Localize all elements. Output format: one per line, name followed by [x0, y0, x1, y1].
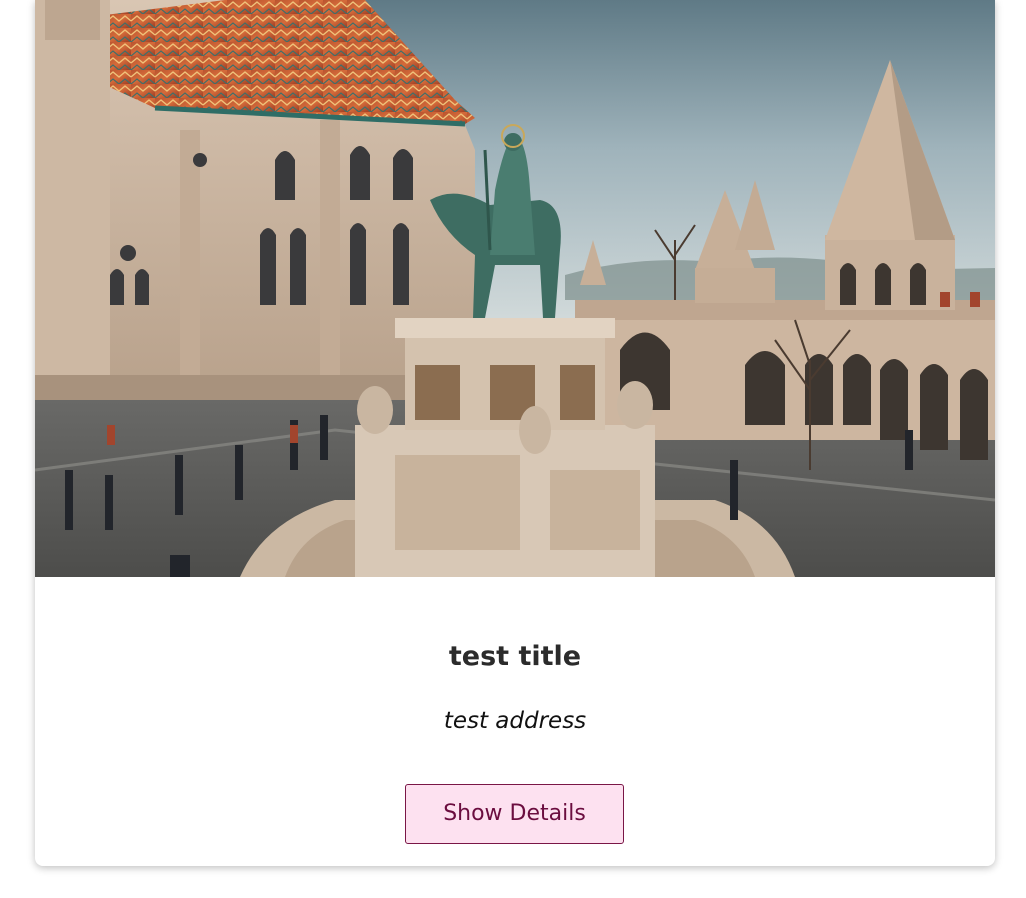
- card-address: test address: [443, 708, 587, 734]
- card-title: test title: [448, 641, 582, 672]
- show-details-button[interactable]: Show Details: [405, 784, 624, 844]
- place-card: test title test address Show Details: [35, 0, 995, 866]
- place-photo: [35, 0, 995, 577]
